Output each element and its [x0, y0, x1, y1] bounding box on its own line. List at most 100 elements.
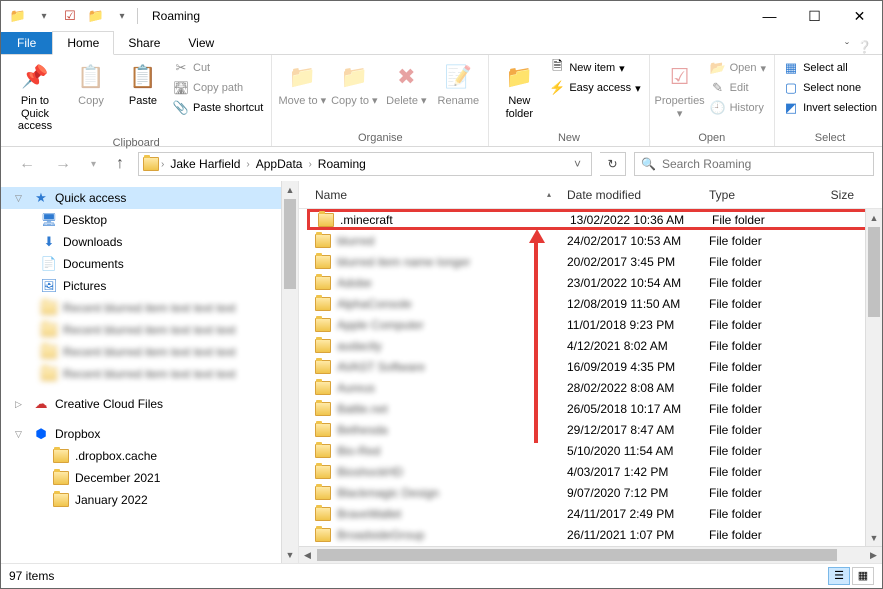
close-button[interactable]: ✕ [837, 1, 882, 31]
copy-path-button[interactable]: 🛣Copy path [171, 79, 265, 97]
sidebar-dropbox-item[interactable]: January 2022 [1, 489, 298, 511]
sidebar-dropbox-item[interactable]: December 2021 [1, 467, 298, 489]
address-dropdown-icon[interactable]: ˅ [568, 157, 587, 171]
sidebar-item-downloads[interactable]: ⬇Downloads⚲ [1, 231, 298, 253]
file-row[interactable]: audacity4/12/2021 8:02 AMFile folder [307, 335, 882, 356]
open-button[interactable]: 📂Open ▾ [708, 59, 768, 77]
search-input[interactable] [662, 157, 867, 171]
copy-icon: 📋 [75, 61, 107, 93]
move-to-button[interactable]: 📁Move to ▾ [278, 59, 326, 110]
qat-more-icon[interactable]: ▾ [111, 11, 133, 22]
scroll-thumb[interactable] [284, 199, 296, 289]
file-row[interactable]: AVAST Software16/09/2019 4:35 PMFile fol… [307, 356, 882, 377]
sidebar-recent-item[interactable]: Recent blurred item text text text [1, 297, 298, 319]
file-row[interactable]: Aureus28/02/2022 8:08 AMFile folder [307, 377, 882, 398]
expand-icon[interactable]: ▽ [15, 429, 27, 440]
crumb-0[interactable]: Jake Harfield [166, 157, 244, 171]
maximize-button[interactable]: ☐ [792, 1, 837, 31]
nav-recent-button[interactable]: ▾ [85, 159, 102, 170]
properties-button[interactable]: ☑Properties ▾ [656, 59, 704, 122]
sidebar-item-documents[interactable]: 📄Documents⚲ [1, 253, 298, 275]
pin-quick-access-button[interactable]: 📌Pin to Quick access [7, 59, 63, 135]
tab-share[interactable]: Share [114, 32, 174, 54]
sidebar-recent-item[interactable]: Recent blurred item text text text [1, 341, 298, 363]
chevron-right-icon[interactable]: › [246, 159, 249, 170]
content-h-scrollbar[interactable]: ◀▶ [299, 546, 882, 563]
new-item-button[interactable]: 🗎New item ▾ [547, 59, 642, 77]
rename-button[interactable]: 📝Rename [434, 59, 482, 110]
file-row[interactable]: Bethesda29/12/2017 8:47 AMFile folder [307, 419, 882, 440]
select-none-button[interactable]: ▢Select none [781, 79, 879, 97]
sidebar-recent-item[interactable]: Recent blurred item text text text [1, 363, 298, 385]
easy-access-button[interactable]: ⚡Easy access ▾ [547, 79, 642, 97]
crumb-1[interactable]: AppData [252, 157, 307, 171]
chevron-right-icon[interactable]: › [161, 159, 164, 170]
crumb-2[interactable]: Roaming [314, 157, 370, 171]
open-icon[interactable]: 📁 [85, 8, 107, 24]
tab-view[interactable]: View [174, 32, 228, 54]
qat-dropdown-icon[interactable]: ▾ [33, 11, 55, 22]
file-row[interactable]: .minecraft13/02/2022 10:36 AMFile folder [307, 209, 882, 230]
invert-selection-button[interactable]: ◩Invert selection [781, 99, 879, 117]
delete-button[interactable]: ✖Delete ▾ [382, 59, 430, 110]
sidebar-dropbox[interactable]: ▽⬢Dropbox [1, 423, 298, 445]
sidebar-creative-cloud[interactable]: ▷☁Creative Cloud Files [1, 393, 298, 415]
scroll-thumb[interactable] [868, 227, 880, 317]
sidebar-dropbox-item[interactable]: .dropbox.cache [1, 445, 298, 467]
col-name[interactable]: Name▴ [307, 188, 559, 202]
file-row[interactable]: BioshockHD4/03/2017 1:42 PMFile folder [307, 461, 882, 482]
sidebar-item-desktop[interactable]: 🖥Desktop⚲ [1, 209, 298, 231]
chevron-right-icon[interactable]: › [308, 159, 311, 170]
content-scrollbar[interactable]: ▲▼ [865, 209, 882, 546]
copy-to-button[interactable]: 📁Copy to ▾ [330, 59, 378, 110]
file-row[interactable]: Bio-Red5/10/2020 11:54 AMFile folder [307, 440, 882, 461]
large-icons-view-button[interactable]: ▦ [852, 567, 874, 585]
cut-button[interactable]: ✂Cut [171, 59, 265, 77]
new-folder-button[interactable]: 📁New folder [495, 59, 543, 122]
file-row[interactable]: BroadsideGroup26/11/2021 1:07 PMFile fol… [307, 524, 882, 545]
scroll-left-icon[interactable]: ◀ [299, 547, 316, 563]
col-type[interactable]: Type [701, 188, 801, 202]
file-row[interactable]: Adobe23/01/2022 10:54 AMFile folder [307, 272, 882, 293]
help-icon[interactable]: ❔ [857, 40, 872, 54]
properties-icon[interactable]: ☑ [59, 8, 81, 24]
nav-back-button[interactable]: ← [13, 155, 41, 173]
select-all-button[interactable]: ▦Select all [781, 59, 879, 77]
col-date[interactable]: Date modified [559, 188, 701, 202]
file-row[interactable]: AlphaConsole12/08/2019 11:50 AMFile fold… [307, 293, 882, 314]
copy-button[interactable]: 📋Copy [67, 59, 115, 110]
refresh-button[interactable]: ↻ [600, 152, 626, 176]
expand-icon[interactable]: ▽ [15, 193, 27, 204]
scroll-thumb[interactable] [317, 549, 837, 561]
scroll-right-icon[interactable]: ▶ [865, 547, 882, 563]
paste-shortcut-button[interactable]: 📎Paste shortcut [171, 99, 265, 117]
file-row[interactable]: Blackmagic Design9/07/2020 7:12 PMFile f… [307, 482, 882, 503]
details-view-button[interactable]: ☰ [828, 567, 850, 585]
tab-file[interactable]: File [1, 32, 52, 54]
edit-button[interactable]: ✎Edit [708, 79, 768, 97]
scroll-up-icon[interactable]: ▲ [282, 181, 298, 198]
scroll-down-icon[interactable]: ▼ [866, 529, 882, 546]
file-row[interactable]: Battle.net26/05/2018 10:17 AMFile folder [307, 398, 882, 419]
sidebar-quick-access[interactable]: ▽★Quick access [1, 187, 298, 209]
expand-icon[interactable]: ▷ [15, 399, 27, 410]
paste-button[interactable]: 📋Paste [119, 59, 167, 110]
nav-up-button[interactable]: ↑ [110, 155, 130, 173]
minimize-button[interactable]: — [747, 1, 792, 31]
ribbon-collapse-icon[interactable]: ˇ [845, 40, 849, 54]
file-row[interactable]: blurred24/02/2017 10:53 AMFile folder [307, 230, 882, 251]
address-bar[interactable]: › Jake Harfield › AppData › Roaming ˅ [138, 152, 592, 176]
tab-home[interactable]: Home [52, 31, 114, 55]
sidebar-recent-item[interactable]: Recent blurred item text text text [1, 319, 298, 341]
file-row[interactable]: blurred item name longer20/02/2017 3:45 … [307, 251, 882, 272]
sidebar-item-pictures[interactable]: 🖼Pictures⚲ [1, 275, 298, 297]
file-row[interactable]: BraveWallet24/11/2017 2:49 PMFile folder [307, 503, 882, 524]
scroll-down-icon[interactable]: ▼ [282, 546, 298, 563]
history-button[interactable]: 🕘History [708, 99, 768, 117]
file-row[interactable]: Apple Computer11/01/2018 9:23 PMFile fol… [307, 314, 882, 335]
nav-forward-button[interactable]: → [49, 155, 77, 173]
col-size[interactable]: Size [801, 188, 882, 202]
sidebar-scrollbar[interactable]: ▲▼ [281, 181, 298, 563]
scroll-up-icon[interactable]: ▲ [866, 209, 882, 226]
search-box[interactable]: 🔍 [634, 152, 874, 176]
